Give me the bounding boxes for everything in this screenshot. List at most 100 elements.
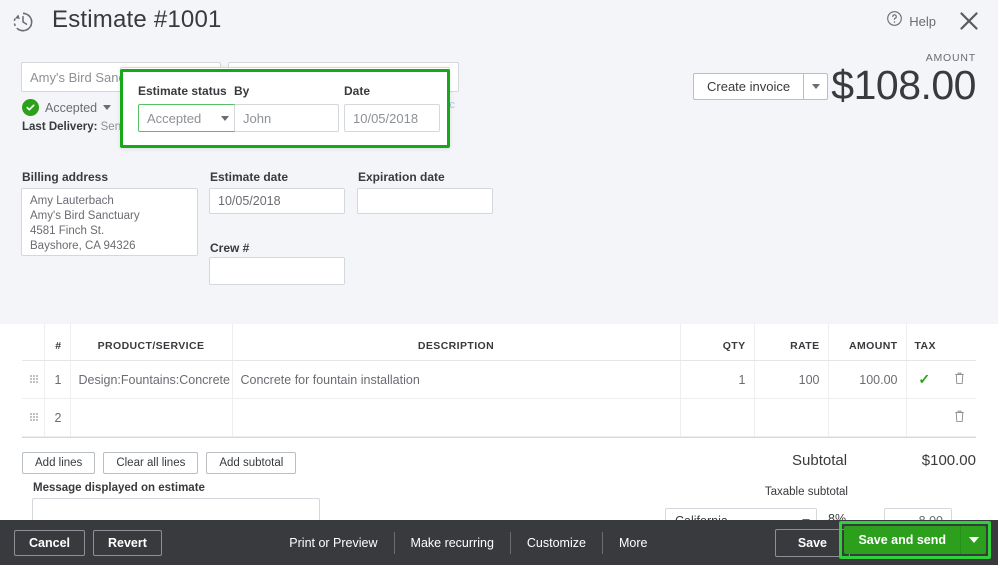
delete-row-icon[interactable] [953,409,966,426]
cell-qty[interactable] [680,399,754,437]
chevron-down-icon [812,84,820,89]
help-label: Help [909,14,936,29]
estimate-by-input[interactable]: John [234,104,339,132]
estimate-date-value: 10/05/2018 [218,194,281,208]
col-rate: RATE [754,324,828,361]
customize-button[interactable]: Customize [511,533,602,553]
estimate-by-group: By John [234,84,339,132]
line-items-table: # PRODUCT/SERVICE DESCRIPTION QTY RATE A… [22,324,976,437]
save-and-send-dropdown-toggle[interactable] [960,526,986,554]
estimate-status-popover: Estimate status Accepted By John Date 10… [120,67,450,148]
col-description: DESCRIPTION [232,324,680,361]
add-subtotal-button[interactable]: Add subtotal [206,452,296,474]
cell-product-service[interactable] [70,399,232,437]
cell-number[interactable]: 2 [44,399,70,437]
col-product-service: PRODUCT/SERVICE [70,324,232,361]
last-delivery-label: Last Delivery: [22,121,97,133]
cell-delete[interactable] [942,399,976,437]
status-badge[interactable]: Accepted [22,99,111,116]
grid-action-buttons: Add lines Clear all lines Add subtotal [22,452,296,474]
row-drag-handle[interactable] [22,361,44,399]
estimate-status-group: Estimate status Accepted [138,84,238,132]
close-icon[interactable] [954,6,984,36]
estimate-status-label: Estimate status [138,84,238,98]
billing-address-line: Amy Lauterbach [30,194,189,209]
estimate-top-panel: Estimate #1001 Help Amy's Bird S [0,0,998,324]
estimate-by-label: By [234,84,339,98]
table-header-row: # PRODUCT/SERVICE DESCRIPTION QTY RATE A… [22,324,976,361]
estimate-date-input[interactable]: 10/05/2018 [209,188,345,214]
cell-tax[interactable]: ✓ [906,361,942,399]
col-qty: QTY [680,324,754,361]
create-invoice-group: Create invoice [693,73,828,100]
crew-number-label: Crew # [210,241,249,255]
estimate-status-select[interactable]: Accepted [138,104,238,132]
cell-amount[interactable]: 100.00 [828,361,906,399]
delete-row-icon[interactable] [953,371,966,388]
cell-amount[interactable] [828,399,906,437]
billing-address-line: Bayshore, CA 94326 [30,239,189,254]
cell-delete[interactable] [942,361,976,399]
drag-handle-icon[interactable] [30,375,39,384]
billing-address-text: Amy LauterbachAmy's Bird Sanctuary4581 F… [30,194,189,254]
check-circle-icon [22,99,39,116]
cell-qty[interactable]: 1 [680,361,754,399]
estimate-status-date-input[interactable]: 10/05/2018 [344,104,440,132]
cell-description[interactable] [232,399,680,437]
table-row[interactable]: 1Design:Fountains:ConcreteConcrete for f… [22,361,976,399]
help-button[interactable]: Help [886,10,936,32]
cell-tax[interactable] [906,399,942,437]
drag-handle-icon[interactable] [30,413,39,422]
status-badge-label: Accepted [45,101,97,115]
clear-all-lines-button[interactable]: Clear all lines [103,452,198,474]
estimate-status-date-value: 10/05/2018 [353,111,418,126]
line-items-section: # PRODUCT/SERVICE DESCRIPTION QTY RATE A… [0,324,998,438]
crew-number-input[interactable] [209,257,345,285]
cell-number[interactable]: 1 [44,361,70,399]
expiration-date-input[interactable] [357,188,493,214]
row-drag-handle[interactable] [22,399,44,437]
cell-rate[interactable]: 100 [754,361,828,399]
table-row[interactable]: 2 [22,399,976,437]
col-amount: AMOUNT [828,324,906,361]
save-and-send-highlight: Save and send [839,521,991,559]
amount-value: $108.00 [831,62,976,109]
save-and-send-button[interactable]: Save and send [844,526,960,554]
cell-product-service[interactable]: Design:Fountains:Concrete [70,361,232,399]
message-label: Message displayed on estimate [33,482,205,494]
col-delete [942,324,976,361]
cell-description[interactable]: Concrete for fountain installation [232,361,680,399]
taxable-subtotal-label: Taxable subtotal [765,486,848,498]
estimate-status-value: Accepted [147,111,201,126]
grid-bottom-divider [22,437,976,438]
billing-address-field[interactable]: Amy LauterbachAmy's Bird Sanctuary4581 F… [21,188,198,256]
subtotal-value: $100.00 [922,452,976,469]
create-invoice-button[interactable]: Create invoice [693,73,804,100]
estimate-status-date-label: Date [344,84,440,98]
col-handle [22,324,44,361]
add-lines-button[interactable]: Add lines [22,452,95,474]
cell-rate[interactable] [754,399,828,437]
page-header: Estimate #1001 Help [0,0,998,46]
col-tax: TAX [906,324,942,361]
chevron-down-icon [221,116,229,121]
cancel-button[interactable]: Cancel [14,530,85,556]
question-circle-icon [886,10,903,32]
estimate-by-value: John [243,111,271,126]
chevron-down-icon [103,105,111,110]
create-invoice-dropdown-toggle[interactable] [804,73,828,100]
chevron-down-icon [969,537,979,543]
col-number: # [44,324,70,361]
clock-history-icon[interactable] [10,9,36,35]
make-recurring-button[interactable]: Make recurring [395,533,510,553]
more-button[interactable]: More [603,533,663,553]
subtotal-label: Subtotal [792,452,847,469]
billing-address-line: 4581 Finch St. [30,224,189,239]
estimate-date-label: Estimate date [210,170,288,184]
estimate-date-group: Date 10/05/2018 [344,84,440,132]
save-and-send-group: Save and send [844,526,986,554]
revert-button[interactable]: Revert [93,530,162,556]
print-or-preview-button[interactable]: Print or Preview [273,533,393,553]
billing-address-line: Amy's Bird Sanctuary [30,209,189,224]
estimate-page: Estimate #1001 Help Amy's Bird S [0,0,998,565]
